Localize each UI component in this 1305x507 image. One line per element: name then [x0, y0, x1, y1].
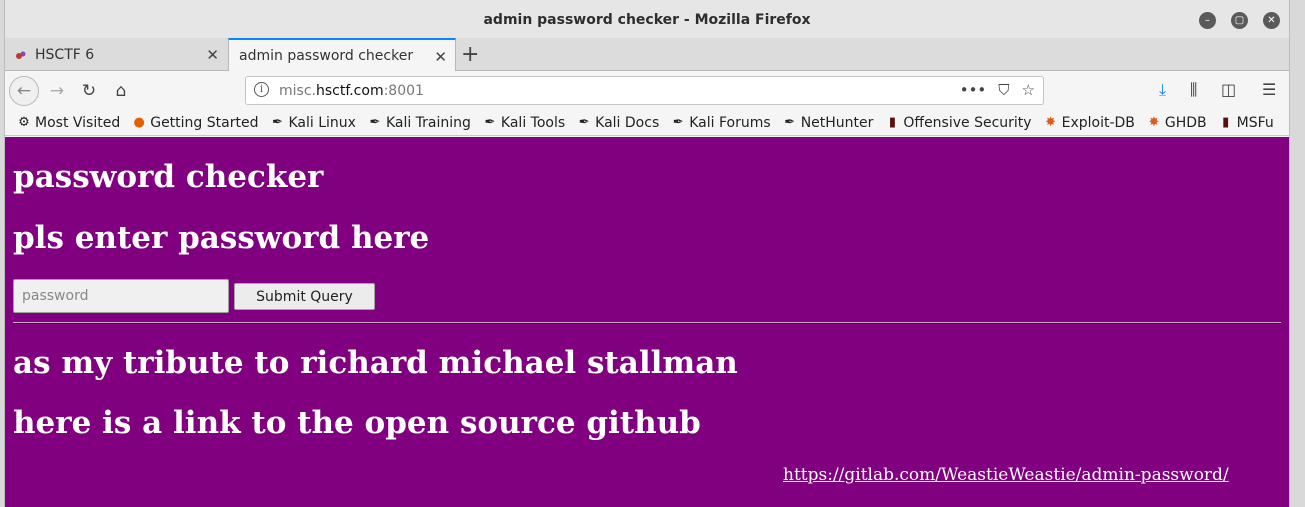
firefox-icon: ● — [133, 115, 145, 130]
tab-label: HSCTF 6 — [35, 46, 95, 63]
pocket-icon[interactable]: ⛉ — [998, 81, 1009, 99]
url-text[interactable]: misc.hsctf.com:8001 — [279, 83, 424, 99]
forward-button[interactable]: → — [43, 78, 71, 104]
kali-dragon-icon: ✒ — [578, 115, 590, 130]
bookmark-most-visited[interactable]: ⚙ Most Visited — [17, 115, 120, 131]
bookmarks-toolbar: ⚙ Most Visited ● Getting Started ✒ Kali Lin… — [5, 110, 1289, 136]
tab-admin-password-checker[interactable]: admin password checker ✕ — [228, 38, 456, 72]
downloads-icon[interactable]: ⤓ — [1159, 80, 1166, 100]
tab-hsctf[interactable]: HSCTF 6 ✕ — [5, 38, 227, 71]
bookmark-ghdb[interactable]: ✸ GHDB — [1147, 115, 1206, 131]
hsctf-favicon-icon — [15, 49, 27, 61]
tab-label: admin password checker — [239, 48, 414, 64]
bookmark-offensive-security[interactable]: ▮ Offensive Security — [885, 115, 1032, 131]
offsec-icon: ▮ — [888, 115, 896, 130]
offsec-icon: ▮ — [1222, 115, 1230, 130]
prompt-heading: pls enter password here — [13, 220, 430, 256]
kali-dragon-icon: ✒ — [272, 115, 283, 130]
minimize-button[interactable]: – — [1199, 12, 1216, 29]
page-content: password checker pls enter password here… — [5, 137, 1289, 507]
kali-dragon-icon: ✒ — [784, 115, 796, 130]
bookmark-star-icon[interactable]: ☆ — [1022, 81, 1035, 99]
home-button[interactable]: ⌂ — [107, 78, 135, 104]
site-info-icon[interactable]: i — [254, 82, 269, 97]
navigation-bar: ← → ↻ ⌂ i misc.hsctf.com:8001 ••• ⛉ ☆ ⤓ … — [5, 71, 1289, 110]
url-bar[interactable]: i misc.hsctf.com:8001 ••• ⛉ ☆ — [245, 76, 1044, 105]
exploitdb-icon: ✸ — [1045, 115, 1057, 130]
bookmark-kali-tools[interactable]: ✒ Kali Tools — [483, 115, 565, 131]
bookmark-getting-started[interactable]: ● Getting Started — [132, 115, 259, 131]
bookmark-kali-docs[interactable]: ✒ Kali Docs — [577, 115, 660, 131]
close-tab-icon[interactable]: ✕ — [434, 48, 447, 66]
exploitdb-icon: ✸ — [1148, 115, 1160, 130]
tribute-heading: as my tribute to richard michael stallma… — [13, 345, 738, 381]
horizontal-divider — [13, 322, 1281, 324]
bookmark-nethunter[interactable]: ✒ NetHunter — [783, 115, 873, 131]
kali-dragon-icon: ✒ — [369, 115, 381, 130]
sidebar-icon[interactable]: ◫ — [1221, 80, 1236, 99]
menu-icon[interactable]: ☰ — [1262, 80, 1276, 99]
gitlab-link[interactable]: https://gitlab.com/WeastieWeastie/admin-… — [783, 465, 1229, 485]
window-title: admin password checker - Mozilla Firefox — [483, 12, 811, 28]
new-tab-icon[interactable]: + — [461, 42, 479, 67]
link-heading: here is a link to the open source github — [13, 405, 701, 441]
title-bar: admin password checker - Mozilla Firefox… — [5, 0, 1289, 40]
gear-icon: ⚙ — [18, 115, 30, 130]
kali-dragon-icon: ✒ — [484, 115, 496, 130]
page-title: password checker — [13, 159, 324, 195]
password-input[interactable]: password — [13, 279, 229, 313]
reload-button[interactable]: ↻ — [75, 78, 103, 104]
browser-window: admin password checker - Mozilla Firefox… — [4, 0, 1290, 507]
bookmark-msfu[interactable]: ▮ MSFu — [1219, 115, 1274, 131]
page-actions-icon[interactable]: ••• — [960, 81, 987, 99]
close-window-button[interactable]: ✕ — [1263, 12, 1280, 29]
bookmark-kali-forums[interactable]: ✒ Kali Forums — [671, 115, 771, 131]
kali-dragon-icon: ✒ — [672, 115, 684, 130]
bookmark-kali-linux[interactable]: ✒ Kali Linux — [270, 115, 356, 131]
close-tab-icon[interactable]: ✕ — [206, 46, 219, 64]
library-icon[interactable]: ⫼ — [1190, 80, 1197, 100]
bookmark-kali-training[interactable]: ✒ Kali Training — [368, 115, 470, 131]
tab-bar: HSCTF 6 ✕ admin password checker ✕ + — [5, 38, 1289, 72]
maximize-button[interactable]: ▢ — [1231, 12, 1248, 29]
submit-button[interactable]: Submit Query — [234, 283, 375, 310]
back-button[interactable]: ← — [9, 76, 39, 106]
bookmark-exploit-db[interactable]: ✸ Exploit-DB — [1044, 115, 1135, 131]
